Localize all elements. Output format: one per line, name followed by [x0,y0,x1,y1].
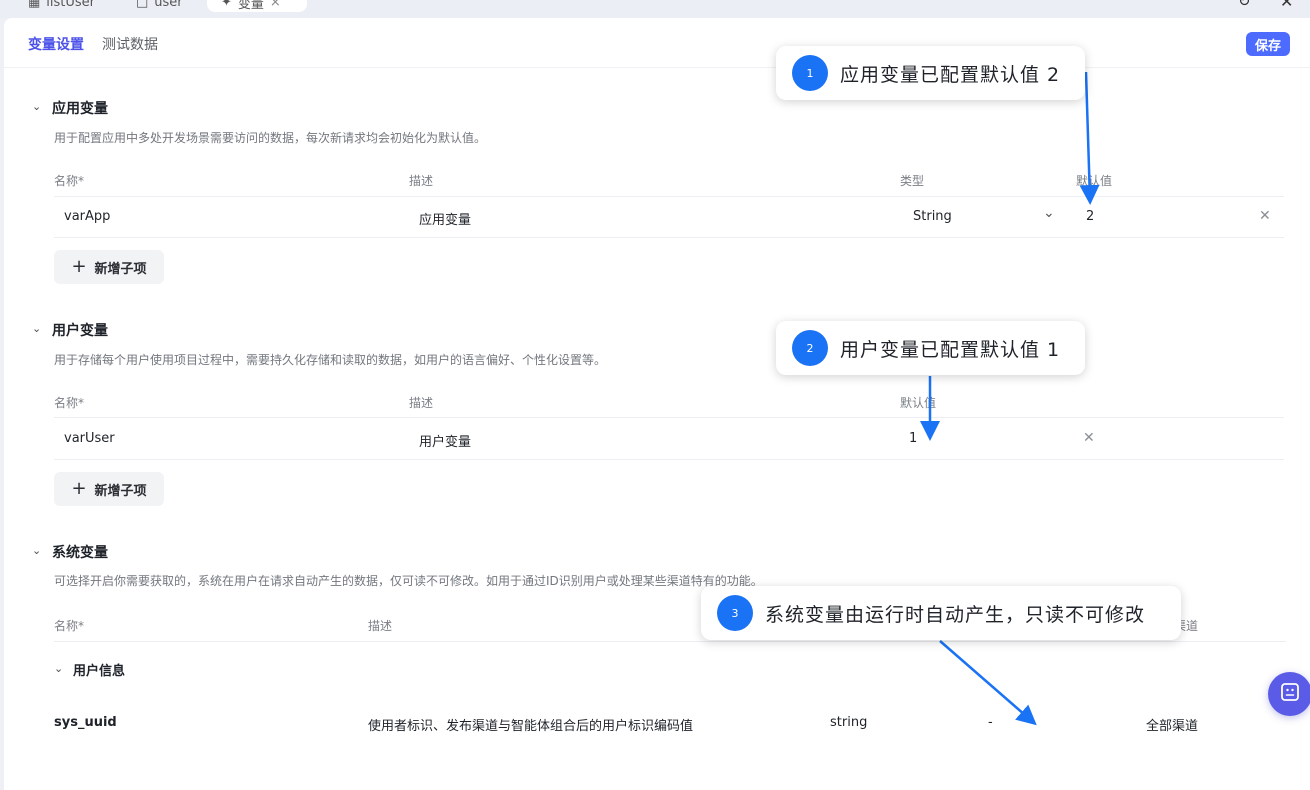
sys-var-channel: 全部渠道 [1146,719,1199,734]
close-window-icon[interactable]: ✕ [1280,0,1293,11]
section-desc-app: 用于配置应用中多处开发场景需要访问的数据，每次新请求均会初始化为默认值。 [54,131,487,145]
refresh-icon[interactable]: ↻ [1238,0,1251,10]
col-name: 名称* [54,396,85,410]
tab-user[interactable]: □ user [136,0,183,12]
add-item-button[interactable]: + 新增子项 [54,472,164,506]
plus-icon: + [71,478,87,499]
col-default: 默认值 [1076,174,1113,188]
var-desc-input[interactable]: 用户变量 [419,431,471,450]
robot-icon [1280,682,1300,706]
delete-row-icon[interactable]: ✕ [1259,208,1271,224]
var-name-input[interactable]: varApp [64,209,110,224]
group-title: 用户信息 [73,664,126,679]
tab-label: listUser [46,0,96,10]
var-default-input[interactable]: 1 [909,431,917,446]
var-type-select[interactable]: String [913,209,952,224]
section-title-system: 系统变量 [52,545,108,561]
subtab-test-data[interactable]: 测试数据 [102,34,158,54]
editor-tab-strip [0,0,1310,18]
add-item-label: 新增子项 [94,483,147,499]
close-icon[interactable]: × [270,0,281,10]
divider [54,196,1284,197]
assistant-bot-button[interactable] [1268,672,1310,716]
col-name: 名称* [54,174,85,188]
divider [54,641,1286,642]
add-item-label: 新增子项 [94,261,147,277]
var-name-input[interactable]: varUser [64,431,115,446]
sys-var-type: string [830,715,868,730]
callout-1: 1 应用变量已配置默认值 2 [776,46,1085,100]
sys-var-desc: 使用者标识、发布渠道与智能体组合后的用户标识编码值 [368,719,694,734]
col-name: 名称* [54,619,85,633]
add-item-button[interactable]: + 新增子项 [54,250,164,284]
callout-number-badge: 1 [792,55,828,91]
col-desc: 描述 [409,174,434,188]
callout-text: 用户变量已配置默认值 1 [840,338,1061,361]
section-desc-system: 可选择开启你需要获取的，系统在用户在请求自动产生的数据，仅可读不可修改。如用于通… [54,574,763,588]
col-type: 类型 [900,174,925,188]
tab-label: 变量 [237,0,264,12]
col-desc: 描述 [368,619,393,633]
chevron-down-icon[interactable]: ⌄ [1043,205,1055,221]
divider [54,459,1284,460]
var-default-input[interactable]: 2 [1086,209,1094,224]
tab-label: user [154,0,183,10]
tab-listuser[interactable]: ▦ listUser [28,0,95,12]
callout-2: 2 用户变量已配置默认值 1 [776,321,1085,375]
section-title-app: 应用变量 [52,101,108,117]
chevron-down-icon[interactable]: ⌄ [32,322,41,335]
section-desc-user: 用于存储每个用户使用项目过程中，需要持久化存储和读取的数据，如用户的语言偏好、个… [54,353,607,367]
col-desc: 描述 [409,396,434,410]
callout-number-badge: 3 [717,595,753,631]
callout-3: 3 系统变量由运行时自动产生，只读不可修改 [701,586,1181,640]
variable-icon: ✦ [221,0,232,10]
plus-icon: + [71,256,87,277]
callout-number-badge: 2 [792,330,828,366]
section-title-user: 用户变量 [52,323,108,339]
file-icon: □ [136,0,149,10]
save-button[interactable]: 保存 [1246,32,1290,56]
chevron-down-icon[interactable]: ⌄ [32,100,41,113]
var-desc-input[interactable]: 应用变量 [419,209,471,228]
tab-variables[interactable]: ✦ 变量 × [207,0,307,12]
callout-text: 应用变量已配置默认值 2 [840,63,1061,86]
sys-var-default: - [988,715,993,730]
grid-icon: ▦ [28,0,41,10]
subtab-variable-settings[interactable]: 变量设置 [28,34,84,54]
delete-row-icon[interactable]: ✕ [1083,430,1095,446]
chevron-down-icon[interactable]: ⌄ [32,544,41,557]
divider [4,67,1310,68]
col-default: 默认值 [900,396,937,410]
callout-text: 系统变量由运行时自动产生，只读不可修改 [765,603,1146,626]
chevron-down-icon[interactable]: ⌄ [54,662,63,675]
divider [54,237,1284,238]
sys-var-name: sys_uuid [54,715,117,730]
divider [54,417,1284,418]
